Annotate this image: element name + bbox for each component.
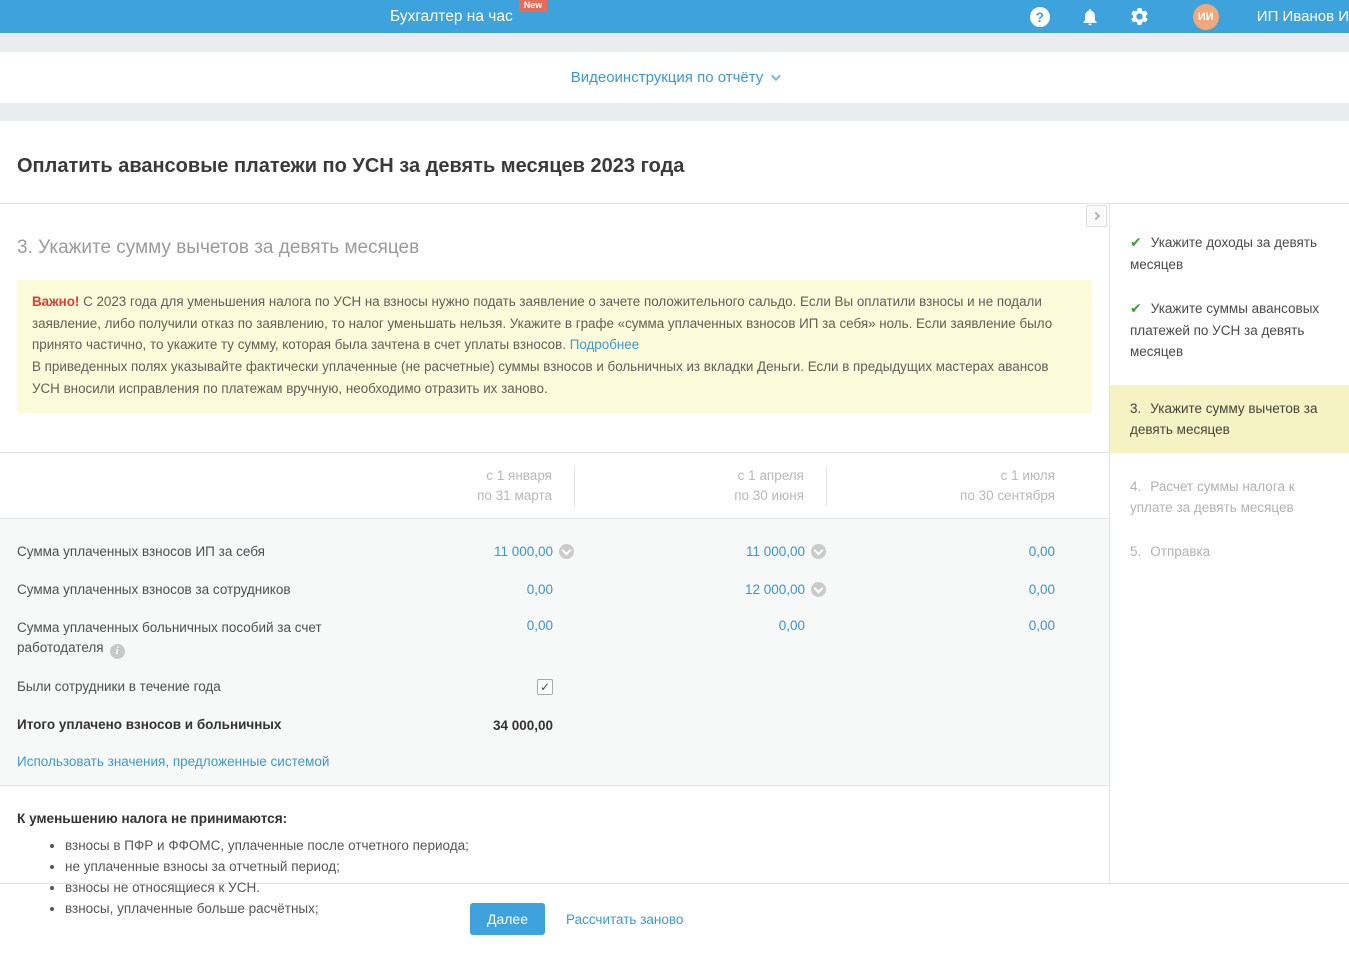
collapse-sidebar-button[interactable] [1086,205,1107,227]
table-row: Сумма уплаченных взносов ИП за себя 11 0… [0,533,1109,571]
info-icon[interactable]: i [109,644,125,660]
use-system-values-row: Использовать значения, предложенные сист… [0,744,1109,769]
list-item: взносы в ПФР и ФФОМС, уплаченные после о… [65,835,1092,856]
amount-field[interactable]: 0,00 [527,618,553,633]
notice-paragraph-1: С 2023 года для уменьшения налога по УСН… [32,294,1053,353]
sidebar-step-4: 4. Расчет суммы налога к уплате за девять… [1130,479,1295,515]
nav-item-accountant-per-hour[interactable]: Бухгалтер на час New [390,0,548,26]
important-label: Важно! [32,294,80,309]
sidebar-step-3-active[interactable]: 3. Укажите сумму вычетов за девять месяце… [1110,385,1349,453]
gear-icon[interactable] [1129,6,1151,28]
sidebar-step-2[interactable]: ✔ Укажите суммы авансовых платежей по УСН… [1110,298,1349,362]
topbar-right-group: ? ИИ ИП Иванов И [1029,3,1349,30]
notice-paragraph-2: В приведенных полях указывайте фактическ… [32,359,1049,396]
amount-field[interactable]: 11 000,00 [746,544,805,559]
steps-sidebar: ✔ Укажите доходы за девять месяцев ✔ Укажи… [1110,204,1349,883]
main-area: 3. Укажите сумму вычетов за девять месяц… [0,203,1349,916]
amount-field[interactable]: 0,00 [1029,618,1055,633]
expand-amount-icon[interactable] [811,582,826,598]
amount-field[interactable]: 0,00 [527,582,553,597]
period-header-q1: с 1 января по 31 марта [325,465,575,506]
amount-field[interactable]: 0,00 [1029,544,1055,559]
notice-box: Важно! С 2023 года для уменьшения налога… [17,280,1092,413]
total-value: 34 000,00 [492,717,553,733]
divider-strip-top [0,33,1349,52]
nav-item-label[interactable]: Бухгалтер на час [390,8,513,26]
row-label: Сумма уплаченных больничных пособий за с… [0,618,325,660]
amount-field[interactable]: 0,00 [779,618,805,633]
total-row: Итого уплачено взносов и больничных 34 0… [0,706,1109,744]
list-item: взносы, уплаченные больше расчётных; [65,898,1092,919]
sidebar-step-5: 5. Отправка [1130,544,1211,559]
video-instruction-label: Видеоинструкция по отчёту [570,69,764,86]
row-label: Были сотрудники в течение года [17,679,221,695]
new-badge: New [518,0,548,12]
total-label: Итого уплачено взносов и больничных [17,717,282,733]
expand-amount-icon[interactable] [811,544,826,560]
amount-field[interactable]: 0,00 [1029,582,1055,597]
period-header-q3: с 1 июля по 30 сентября [960,467,1055,503]
avatar[interactable]: ИИ [1192,3,1219,30]
chevron-right-icon [1091,211,1100,221]
user-menu[interactable]: ИП Иванов И [1257,8,1349,25]
page-title: Оплатить авансовые платежи по УСН за дев… [17,155,685,177]
more-details-link[interactable]: Подробнее [570,337,639,352]
video-band: Видеоинструкция по отчёту [0,52,1349,103]
check-icon: ✔ [1130,301,1142,317]
table-row: Сумма уплаченных взносов за сотрудников … [0,571,1109,609]
bell-icon[interactable] [1079,6,1101,28]
employees-checkbox-row: Были сотрудники в течение года [0,668,1109,706]
employees-checkbox[interactable] [537,679,553,696]
title-band: Оплатить авансовые платежи по УСН за дев… [0,121,1349,203]
exclusions-title: К уменьшению налога не принимаются: [17,811,288,827]
amount-field[interactable]: 11 000,00 [494,544,553,559]
exclusions-list: взносы в ПФР и ФФОМС, уплаченные после о… [65,835,1092,919]
topbar: Бухгалтер на час New ? ИИ ИП Иванов И [0,0,1349,33]
expand-amount-icon[interactable] [559,544,574,560]
period-header-q2: с 1 апреля по 30 июня [575,465,827,506]
content-panel: 3. Укажите сумму вычетов за девять месяц… [0,204,1110,916]
video-instruction-link[interactable]: Видеоинструкция по отчёту [570,69,782,86]
sidebar-step-1[interactable]: ✔ Укажите доходы за девять месяцев [1110,232,1349,275]
list-item: не уплаченные взносы за отчетный период; [65,856,1092,877]
check-icon: ✔ [1130,235,1142,251]
row-label: Сумма уплаченных взносов за сотрудников [17,581,291,597]
amount-field[interactable]: 12 000,00 [745,582,805,597]
list-item: взносы не относящиеся к УСН. [65,877,1092,898]
table-header-row: с 1 января по 31 марта с 1 апреля по 30 … [0,453,1109,518]
chevron-down-icon [771,71,782,82]
exclusions-section: К уменьшению налога не принимаются: взно… [0,786,1109,919]
deductions-table: с 1 января по 31 марта с 1 апреля по 30 … [0,451,1109,787]
use-system-values-link[interactable]: Использовать значения, предложенные сист… [17,754,329,769]
divider-strip-2 [0,103,1349,121]
row-label: Сумма уплаченных взносов ИП за себя [17,543,265,559]
table-row: Сумма уплаченных больничных пособий за с… [0,609,1109,669]
help-icon[interactable]: ? [1029,6,1051,28]
table-body: Сумма уплаченных взносов ИП за себя 11 0… [0,517,1109,787]
section-title: 3. Укажите сумму вычетов за девять месяц… [17,237,420,258]
